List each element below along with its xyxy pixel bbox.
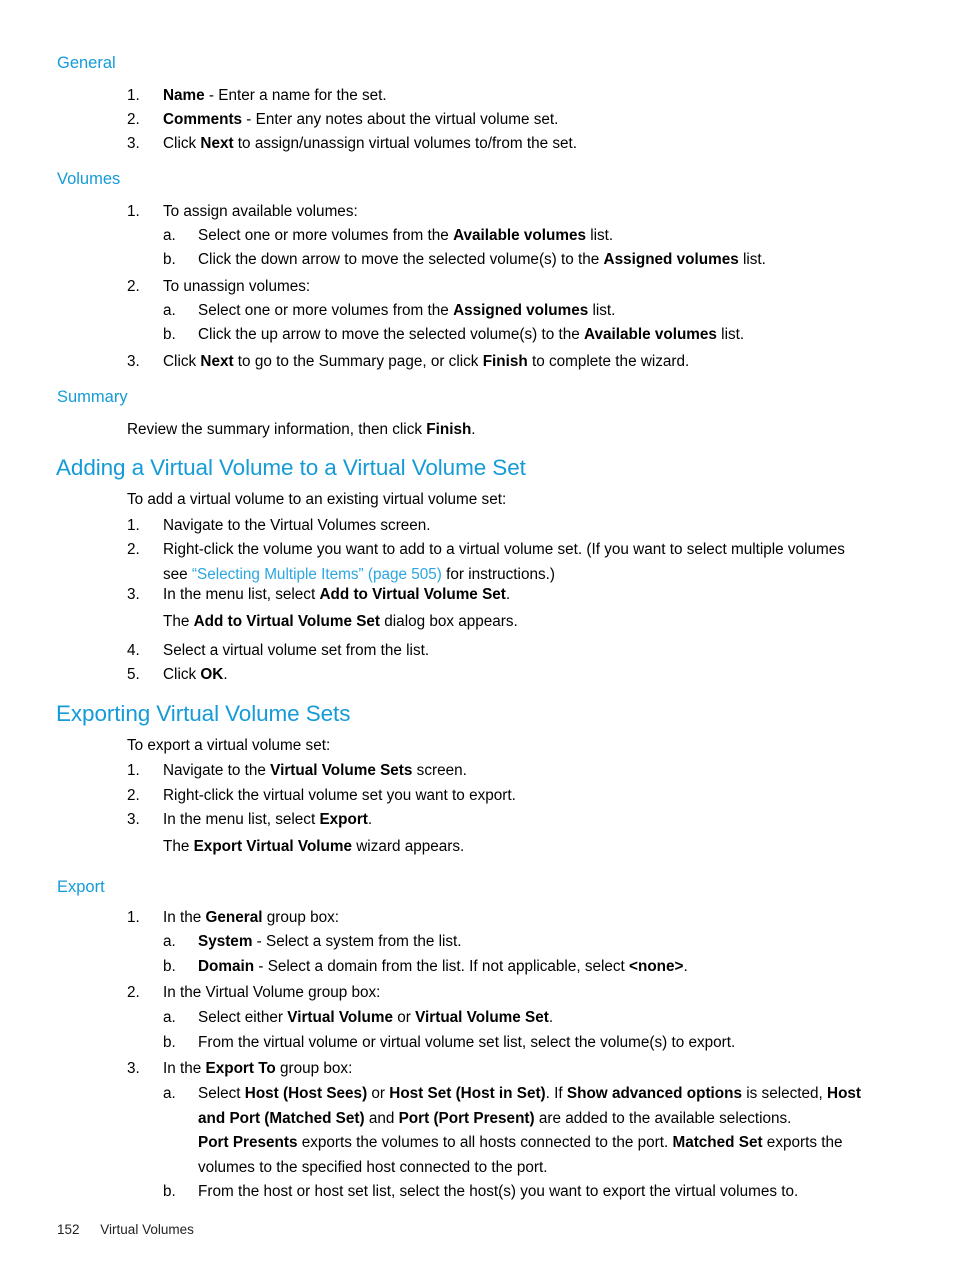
list-item-text: In the Export To group box: [163, 1060, 353, 1077]
list-marker: a. [163, 933, 176, 950]
list-marker: 1. [127, 909, 140, 926]
list-item-text: Select Host (Host Sees) or Host Set (Hos… [198, 1085, 862, 1127]
list-marker: 5. [127, 666, 140, 683]
list-marker: b. [163, 1183, 176, 1200]
list-marker: 3. [127, 135, 140, 152]
list-item: 3. In the menu list, select Export. [127, 808, 872, 833]
footer-page-number: 152 [57, 1222, 80, 1237]
list-item-text: Click Next to go to the Summary page, or… [163, 353, 690, 370]
list-item-text: Click OK. [163, 666, 228, 683]
page-title-adding-virtual-volume: Adding a Virtual Volume to a Virtual Vol… [56, 455, 526, 480]
list-item-text: In the menu list, select Export. [163, 811, 373, 828]
list-item-text: Navigate to the Virtual Volume Sets scre… [163, 762, 467, 779]
list-item: 3. In the menu list, select Add to Virtu… [127, 583, 872, 608]
list-item: 2. Right-click the volume you want to ad… [127, 538, 872, 587]
list-item-text: Select either Virtual Volume or Virtual … [198, 1009, 554, 1026]
list-item: 3. Click Next to go to the Summary page,… [127, 350, 872, 375]
list-marker: b. [163, 958, 176, 975]
list-item: 2. Comments - Enter any notes about the … [127, 108, 872, 133]
list-marker: 2. [127, 984, 140, 1001]
list-marker: b. [163, 326, 176, 343]
sub-list-item: b. From the virtual volume or virtual vo… [163, 1031, 872, 1056]
list-marker: 2. [127, 541, 140, 558]
list-item: 3. In the Export To group box: [127, 1057, 872, 1082]
sub-list-item: a. Select one or more volumes from the A… [163, 299, 872, 324]
list-item: 2. To unassign volumes: [127, 275, 872, 300]
list-item-text: In the General group box: [163, 909, 340, 926]
list-marker: 2. [127, 278, 140, 295]
list-item-text: Right-click the virtual volume set you w… [163, 787, 516, 804]
sub-list-item: a. System - Select a system from the lis… [163, 930, 872, 955]
sub-list-item: a. Select Host (Host Sees) or Host Set (… [163, 1082, 872, 1131]
list-item-text: Right-click the volume you want to add t… [163, 541, 845, 583]
section-heading-export: Export [57, 878, 105, 896]
list-marker: 2. [127, 787, 140, 804]
list-marker: 1. [127, 203, 140, 220]
list-item: 1. In the General group box: [127, 906, 872, 931]
list-marker: 1. [127, 517, 140, 534]
list-item-text: Select a virtual volume set from the lis… [163, 642, 430, 659]
sub-list-item: b. Click the down arrow to move the sele… [163, 248, 872, 273]
list-item-continuation: Port Presents exports the volumes to all… [198, 1134, 843, 1176]
list-item-text: Navigate to the Virtual Volumes screen. [163, 517, 431, 534]
list-marker: 3. [127, 353, 140, 370]
list-marker: 3. [127, 586, 140, 603]
list-marker: b. [163, 1034, 176, 1051]
page-title-exporting-virtual-volume-sets: Exporting Virtual Volume Sets [56, 701, 351, 726]
list-item-continuation: The Export Virtual Volume wizard appears… [163, 838, 465, 855]
sub-list-item: b. From the host or host set list, selec… [163, 1180, 872, 1205]
list-item: 1. To assign available volumes: [127, 200, 872, 225]
list-item-text: Domain - Select a domain from the list. … [198, 958, 688, 975]
section-heading-volumes: Volumes [57, 170, 121, 188]
list-marker: 1. [127, 87, 140, 104]
list-item: 3. Click Next to assign/unassign virtual… [127, 132, 872, 157]
list-item-text: To unassign volumes: [163, 278, 311, 295]
section-heading-general: General [57, 54, 116, 72]
list-marker: a. [163, 1009, 176, 1026]
list-marker: a. [163, 302, 176, 319]
footer-chapter-name: Virtual Volumes [100, 1222, 194, 1237]
section-intro: To export a virtual volume set: [127, 737, 331, 754]
list-item-text: To assign available volumes: [163, 203, 358, 220]
section-intro: To add a virtual volume to an existing v… [127, 491, 507, 508]
list-item-text: Name - Enter a name for the set. [163, 87, 387, 104]
summary-body: Review the summary information, then cli… [127, 421, 476, 438]
list-item: 2. Right-click the virtual volume set yo… [127, 784, 872, 809]
list-item-continuation: The Add to Virtual Volume Set dialog box… [163, 613, 518, 630]
list-item-text: From the virtual volume or virtual volum… [198, 1034, 736, 1051]
sub-list-item: a. Select one or more volumes from the A… [163, 224, 872, 249]
list-item-text: Comments - Enter any notes about the vir… [163, 111, 559, 128]
list-item-text: In the menu list, select Add to Virtual … [163, 586, 511, 603]
document-page: General 1. Name - Enter a name for the s… [0, 0, 954, 1271]
sub-list-item: b. Domain - Select a domain from the lis… [163, 955, 872, 980]
sub-list-item: a. Select either Virtual Volume or Virtu… [163, 1006, 872, 1031]
list-marker: 1. [127, 762, 140, 779]
page-footer: 152 Virtual Volumes [57, 1222, 194, 1237]
list-item: 5. Click OK. [127, 663, 872, 688]
list-item-text: Select one or more volumes from the Avai… [198, 227, 614, 244]
list-item: 2. In the Virtual Volume group box: [127, 981, 872, 1006]
list-item-text: System - Select a system from the list. [198, 933, 462, 950]
list-item-text: Click the up arrow to move the selected … [198, 326, 745, 343]
list-item: 1. Navigate to the Virtual Volumes scree… [127, 514, 872, 539]
list-item-text: Click Next to assign/unassign virtual vo… [163, 135, 578, 152]
list-marker: 2. [127, 111, 140, 128]
list-item-text: In the Virtual Volume group box: [163, 984, 381, 1001]
sub-list-item: b. Click the up arrow to move the select… [163, 323, 872, 348]
list-marker: 4. [127, 642, 140, 659]
list-marker: 3. [127, 1060, 140, 1077]
list-marker: a. [163, 227, 176, 244]
list-item: 4. Select a virtual volume set from the … [127, 639, 872, 664]
list-marker: 3. [127, 811, 140, 828]
list-marker: a. [163, 1085, 176, 1102]
list-item-text: Select one or more volumes from the Assi… [198, 302, 616, 319]
list-item-text: Click the down arrow to move the selecte… [198, 251, 766, 268]
list-item: 1. Navigate to the Virtual Volume Sets s… [127, 759, 872, 784]
section-heading-summary: Summary [57, 388, 128, 406]
list-marker: b. [163, 251, 176, 268]
list-item-text: From the host or host set list, select t… [198, 1183, 799, 1200]
list-item: 1. Name - Enter a name for the set. [127, 84, 872, 109]
